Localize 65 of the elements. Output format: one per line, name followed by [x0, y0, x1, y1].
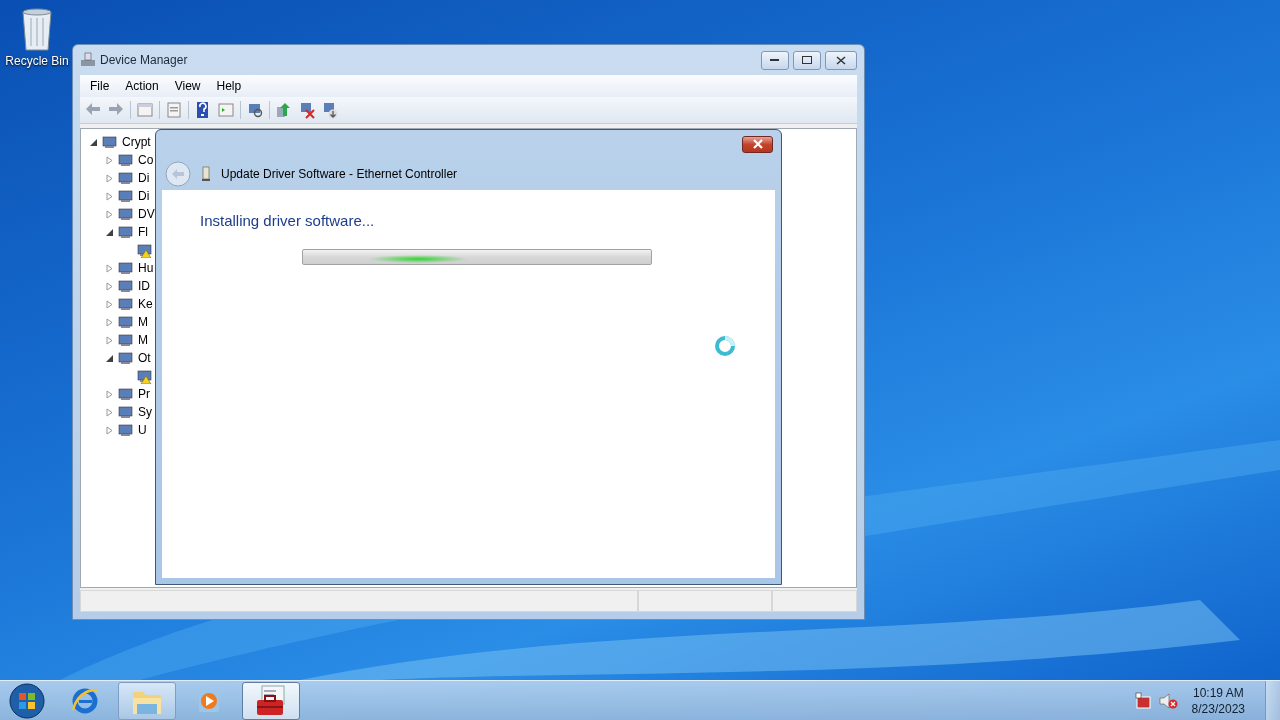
menu-item[interactable]: File [82, 79, 118, 93]
update-icon[interactable] [275, 101, 293, 119]
window-title: Device Manager [100, 53, 189, 67]
minimize-button[interactable] [761, 50, 789, 70]
device-icon [117, 296, 135, 312]
device-icon [117, 260, 135, 276]
show-desktop-button[interactable] [1265, 681, 1280, 720]
uninstall-icon[interactable] [298, 101, 316, 119]
maximize-button[interactable] [793, 50, 821, 70]
minimize-icon [770, 58, 780, 62]
desktop-icon-label[interactable]: Recycle Bin [5, 54, 69, 68]
device-icon [117, 350, 135, 366]
device-icon [117, 422, 135, 438]
status-heading: Installing driver software... [200, 212, 376, 229]
scan-icon[interactable] [246, 101, 264, 119]
menu-item[interactable]: View [166, 79, 209, 93]
device-manager-icon [80, 52, 96, 68]
device-icon [117, 188, 135, 204]
device-icon [117, 278, 135, 294]
device-icon [117, 224, 135, 240]
speaker-muted-icon[interactable] [1157, 692, 1178, 710]
close-button[interactable] [742, 135, 773, 153]
maximize-icon [802, 55, 812, 65]
tree-item[interactable]: Ke [138, 297, 153, 311]
busy-cursor-icon [714, 335, 736, 357]
menu-item[interactable]: Help [208, 79, 250, 93]
device-icon [117, 170, 135, 186]
taskbar-button[interactable] [242, 682, 300, 720]
dialog-title: Update Driver Software - Ethernet Controller [221, 167, 458, 181]
device-icon [117, 386, 135, 402]
device-icon [117, 206, 135, 222]
network-adapter-icon [201, 166, 211, 182]
clock-date[interactable]: 8/23/2023 [1191, 701, 1245, 717]
tree-item[interactable]: U [138, 423, 147, 437]
tree-item[interactable]: ID [138, 279, 150, 293]
tree-item[interactable]: M [138, 315, 148, 329]
tree-item[interactable]: Sy [138, 405, 152, 419]
tree-item[interactable]: Ot [138, 351, 151, 365]
close-icon [836, 55, 846, 65]
close-icon [751, 139, 764, 149]
back-button[interactable] [165, 161, 191, 187]
tree-item[interactable]: Co [138, 153, 154, 167]
device-icon [117, 404, 135, 420]
tree-item[interactable]: Hu [138, 261, 154, 275]
panel-icon[interactable] [217, 101, 235, 119]
network-error-icon[interactable] [1133, 692, 1152, 710]
tree-item[interactable]: Di [138, 189, 150, 203]
browser-icon [70, 686, 100, 716]
clock-time[interactable]: 10:19 AM [1192, 685, 1244, 701]
menu-item[interactable]: Action [117, 79, 167, 93]
tree-item[interactable]: Fl [138, 225, 148, 239]
device-icon [117, 332, 135, 348]
tree-item[interactable]: Pr [138, 387, 150, 401]
properties-icon[interactable] [165, 101, 183, 119]
device-icon [117, 314, 135, 330]
tree-item[interactable]: Di [138, 171, 150, 185]
device-icon [117, 152, 135, 168]
tree-item[interactable]: Crypt [122, 135, 151, 149]
close-button[interactable] [825, 50, 857, 70]
tree-item[interactable]: DV [138, 207, 155, 221]
start-button[interactable] [8, 682, 46, 720]
tree-item[interactable]: M [138, 333, 148, 347]
install-icon[interactable] [321, 101, 339, 119]
toolbox-icon [254, 685, 288, 717]
device-icon [101, 134, 119, 150]
